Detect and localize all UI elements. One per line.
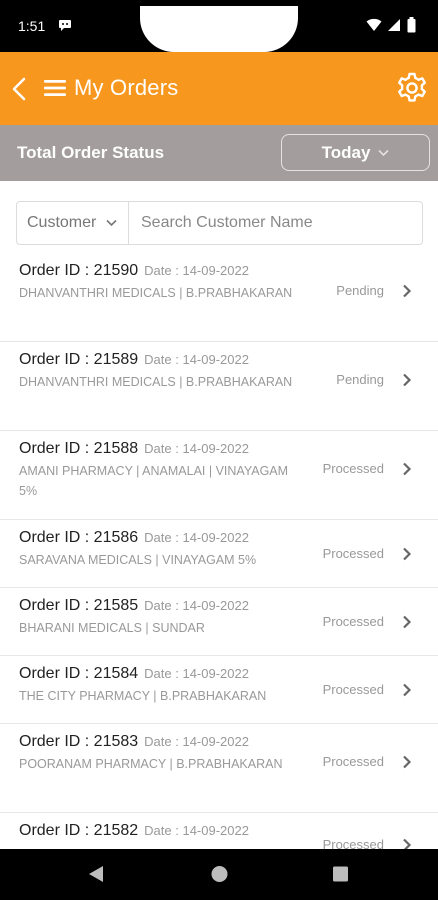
order-date: Date : 14-09-2022 [144, 823, 249, 838]
system-icons [366, 17, 416, 33]
chevron-down-icon [378, 149, 389, 156]
order-date: Date : 14-09-2022 [144, 734, 249, 749]
system-navigation-bar [0, 849, 438, 900]
order-header: Order ID : 21585 Date : 14-09-2022 [19, 597, 419, 615]
order-header: Order ID : 21588 Date : 14-09-2022 [19, 440, 419, 458]
chevron-right-icon [403, 755, 412, 769]
chevron-right-icon [403, 547, 412, 561]
order-row[interactable]: Order ID : 21590 Date : 14-09-2022 DHANVAN… [0, 253, 438, 342]
order-id: Order ID : 21586 [19, 529, 139, 546]
order-date: Date : 14-09-2022 [144, 263, 249, 278]
order-date: Date : 14-09-2022 [144, 441, 249, 456]
order-id: Order ID : 21590 [19, 262, 139, 279]
order-row[interactable]: Order ID : 21582 Date : 14-09-2022 Process… [0, 813, 438, 849]
back-arrow-icon[interactable] [10, 76, 28, 102]
notification-icon [59, 20, 71, 31]
order-header: Order ID : 21584 Date : 14-09-2022 [19, 665, 419, 683]
order-date: Date : 14-09-2022 [144, 598, 249, 613]
chevron-down-icon [106, 219, 117, 227]
order-header: Order ID : 21590 Date : 14-09-2022 [19, 262, 419, 280]
order-row[interactable]: Order ID : 21588 Date : 14-09-2022 AMANI P… [0, 431, 438, 520]
order-customer: BHARANI MEDICALS | SUNDAR [19, 621, 205, 635]
nav-back-icon[interactable] [88, 865, 104, 883]
order-row[interactable]: Order ID : 21586 Date : 14-09-2022 SARAVAN… [0, 520, 438, 588]
camera-notch [140, 0, 298, 52]
order-id: Order ID : 21588 [19, 440, 139, 457]
chevron-right-icon [403, 683, 412, 697]
order-customer: SARAVANA MEDICALS | VINAYAGAM 5% [19, 553, 257, 567]
order-status: Pending [336, 372, 384, 387]
order-customer: DHANVANTHRI MEDICALS | B.PRABHAKARAN [19, 375, 293, 389]
order-row[interactable]: Order ID : 21589 Date : 14-09-2022 DHANVAN… [0, 342, 438, 431]
chevron-right-icon [403, 615, 412, 629]
total-order-status-bar: Total Order Status Today [0, 125, 438, 181]
app-bar: My Orders [0, 52, 438, 125]
status-time: 1:51 [18, 18, 46, 34]
order-date: Date : 14-09-2022 [144, 666, 249, 681]
page-title: My Orders [74, 75, 179, 100]
order-id: Order ID : 21585 [19, 597, 139, 614]
chevron-right-icon [403, 373, 412, 387]
signal-icon [388, 19, 400, 31]
order-row[interactable]: Order ID : 21584 Date : 14-09-2022 THE CIT… [0, 656, 438, 724]
order-customer: AMANI PHARMACY | ANAMALAI | VINAYAGAM 5% [19, 464, 289, 498]
order-id: Order ID : 21582 [19, 822, 139, 839]
date-range-value: Today [321, 142, 371, 162]
chevron-right-icon [403, 462, 412, 476]
order-customer: DHANVANTHRI MEDICALS | B.PRABHAKARAN [19, 286, 293, 300]
total-order-status-label: Total Order Status [17, 143, 165, 162]
search-filter-value: Customer [27, 214, 97, 231]
order-date: Date : 14-09-2022 [144, 352, 249, 367]
order-id: Order ID : 21589 [19, 351, 139, 368]
customer-search-input[interactable] [129, 202, 422, 244]
order-customer: POORANAM PHARMACY | B.PRABHAKARAN [19, 757, 283, 771]
order-status: Processed [322, 614, 384, 629]
wifi-icon [366, 18, 382, 31]
order-row[interactable]: Order ID : 21583 Date : 14-09-2022 POORANA… [0, 724, 438, 813]
nav-home-icon[interactable] [211, 865, 228, 883]
search-box: Customer [16, 201, 423, 245]
date-range-dropdown[interactable]: Today [281, 134, 430, 171]
order-status: Processed [322, 546, 384, 561]
chevron-right-icon [403, 284, 412, 298]
order-status: Processed [322, 754, 384, 769]
order-customer: THE CITY PHARMACY | B.PRABHAKARAN [19, 689, 267, 703]
order-header: Order ID : 21589 Date : 14-09-2022 [19, 351, 419, 369]
hamburger-menu-icon[interactable] [44, 79, 66, 97]
status-bar: 1:51 [0, 0, 438, 52]
order-header: Order ID : 21583 Date : 14-09-2022 [19, 733, 419, 751]
settings-gear-icon[interactable] [394, 70, 430, 106]
order-status: Processed [322, 837, 384, 849]
order-list: Order ID : 21590 Date : 14-09-2022 DHANVAN… [0, 253, 438, 849]
order-row[interactable]: Order ID : 21585 Date : 14-09-2022 BHARANI… [0, 588, 438, 656]
order-id: Order ID : 21584 [19, 665, 139, 682]
chevron-right-icon [403, 838, 412, 849]
search-filter-dropdown[interactable]: Customer [17, 202, 129, 244]
search-section: Customer [0, 181, 438, 253]
order-status: Pending [336, 283, 384, 298]
order-date: Date : 14-09-2022 [144, 530, 249, 545]
order-status: Processed [322, 682, 384, 697]
order-status: Processed [322, 461, 384, 476]
battery-icon [407, 17, 416, 33]
nav-recents-icon[interactable] [332, 865, 349, 883]
order-header: Order ID : 21586 Date : 14-09-2022 [19, 529, 419, 547]
order-id: Order ID : 21583 [19, 733, 139, 750]
